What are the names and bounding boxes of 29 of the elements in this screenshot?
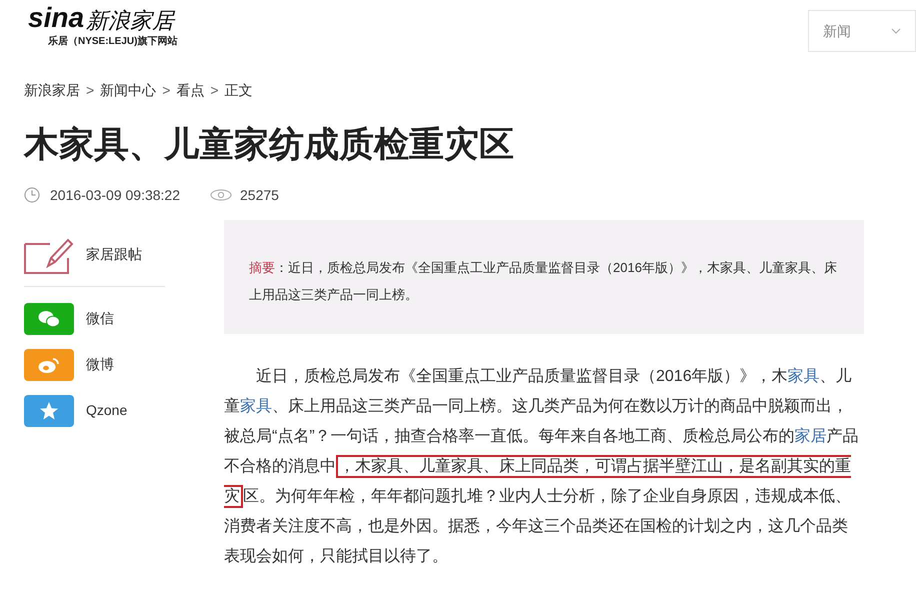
logo-wordmark: sina xyxy=(28,4,84,32)
comment-link[interactable]: 家居跟帖 xyxy=(24,236,165,284)
keyword-link[interactable]: 家居 xyxy=(794,428,827,445)
keyword-link[interactable]: 家具 xyxy=(788,368,820,385)
article-title: 木家具、儿童家纺成质检重灾区 xyxy=(22,124,515,166)
share-link[interactable]: 微博 xyxy=(24,348,165,381)
share-link[interactable]: 微信 xyxy=(24,302,165,335)
breadcrumb-separator: > xyxy=(210,81,219,100)
breadcrumb-link[interactable]: 新浪家居 xyxy=(24,80,80,101)
logo-subtitle: 乐居（NYSE:LEJU)旗下网站 xyxy=(47,34,178,49)
star-icon xyxy=(39,400,59,421)
breadcrumb-separator: > xyxy=(162,81,170,100)
eye-icon xyxy=(210,189,232,202)
summary-text: 摘要：近日，质检总局发布《全国重点工业产品质量监督目录（2016年版）》，木家具、儿童家具、床上用品这三类产品一同上榜。 xyxy=(249,258,838,304)
logo-name: 新浪家居 xyxy=(86,10,174,32)
publish-date: 2016-03-09 09:38:22 xyxy=(50,186,180,205)
breadcrumb-link[interactable]: 新闻中心 xyxy=(100,80,156,101)
breadcrumb-separator: > xyxy=(86,81,94,100)
article-paragraph: 近日，质检总局发布《全国重点工业产品质量监督目录（2016年版）》，木家具、儿童家具、床上用品这三类产品一同上榜。这几类产品为何在数以万计的商品中脱颖而出，被总局“点名”？一句话，抽查合格率一直低。每年来自各地工商、质检总局公布的家居产品不合格的消息中 ，木家具、儿童家具、床上同品类，可谓占据半壁江山，是名副其实的重灾 区。为何年年检，年年都问题扎堆？业内人士分析，除了企业自身原因，违规成本低、消费者关注度不高，也是外因。据悉，今年这三个品类还在国检的计划之内，这几个品类表现会如何，只能拭目以待了。 xyxy=(224,366,860,567)
breadcrumb-link[interactable]: 正文 xyxy=(224,80,253,101)
share-link[interactable]: Qzone xyxy=(24,394,165,427)
view-count: 25275 xyxy=(240,186,279,205)
chevron-down-icon xyxy=(891,28,901,34)
keyword-link[interactable]: 家具 xyxy=(240,398,272,415)
clock-icon xyxy=(24,187,40,204)
channel-dropdown[interactable]: 新闻 xyxy=(808,10,916,52)
chat-bubbles-icon xyxy=(38,310,60,328)
eye-logo-icon xyxy=(38,356,60,374)
breadcrumb-link[interactable]: 看点 xyxy=(176,80,204,101)
